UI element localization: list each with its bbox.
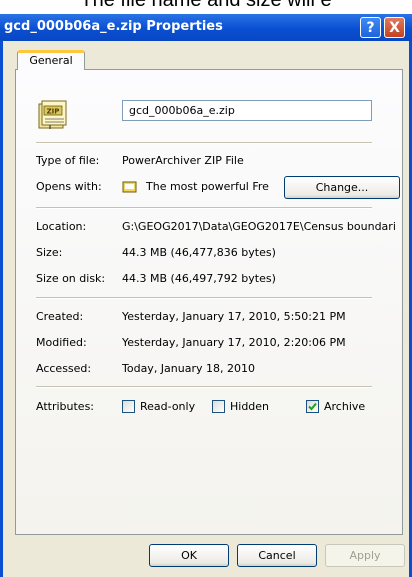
- size-value: 44.3 MB (46,477,836 bytes): [122, 246, 276, 259]
- created-label: Created:: [36, 310, 84, 323]
- close-button[interactable]: X: [384, 17, 405, 38]
- separator: [36, 207, 372, 209]
- accessed-value: Today, January 18, 2010: [122, 362, 255, 375]
- size-label: Size:: [36, 246, 63, 259]
- tab-general[interactable]: General: [17, 50, 85, 70]
- general-panel: ZIP gcd_000b06a_e.zip Type of file: Powe…: [15, 69, 403, 535]
- opens-with-value: The most powerful Fre: [146, 180, 269, 193]
- zip-file-icon: ZIP: [38, 100, 67, 129]
- background-caption: The file name and size will e: [80, 0, 332, 11]
- readonly-checkbox[interactable]: [122, 400, 135, 413]
- type-of-file-value: PowerArchiver ZIP File: [122, 154, 244, 167]
- separator: [36, 297, 372, 299]
- dialog-body: General ZIP gcd_000b06a_e.zip Type of fi…: [0, 41, 412, 577]
- hidden-label: Hidden: [230, 400, 270, 413]
- location-value: G:\GEOG2017\Data\GEOG2017E\Census bounda…: [122, 220, 396, 233]
- size-on-disk-label: Size on disk:: [36, 272, 106, 285]
- file-name-field[interactable]: gcd_000b06a_e.zip: [122, 100, 372, 121]
- window-title: gcd_000b06a_e.zip Properties: [4, 19, 223, 34]
- help-button[interactable]: ?: [360, 17, 381, 38]
- created-value: Yesterday, January 17, 2010, 5:50:21 PM: [122, 310, 346, 323]
- program-icon: [122, 180, 138, 197]
- attributes-label: Attributes:: [36, 400, 95, 413]
- location-label: Location:: [36, 220, 87, 233]
- accessed-label: Accessed:: [36, 362, 92, 375]
- hidden-checkbox[interactable]: [212, 400, 225, 413]
- svg-text:ZIP: ZIP: [47, 108, 60, 116]
- apply-button[interactable]: Apply: [325, 544, 405, 567]
- modified-label: Modified:: [36, 336, 87, 349]
- archive-checkbox[interactable]: [306, 400, 319, 413]
- separator: [36, 386, 372, 388]
- archive-label: Archive: [324, 400, 366, 413]
- opens-with-label: Opens with:: [36, 180, 102, 193]
- title-bar: gcd_000b06a_e.zip Properties ? X: [0, 14, 412, 41]
- size-on-disk-value: 44.3 MB (46,497,792 bytes): [122, 272, 276, 285]
- modified-value: Yesterday, January 17, 2010, 2:20:06 PM: [122, 336, 346, 349]
- separator: [36, 142, 372, 144]
- checkmark-icon: [308, 402, 317, 411]
- type-of-file-label: Type of file:: [36, 154, 100, 167]
- change-button[interactable]: Change...: [284, 176, 400, 199]
- ok-button[interactable]: OK: [149, 544, 229, 567]
- cancel-button[interactable]: Cancel: [237, 544, 317, 567]
- readonly-label: Read-only: [140, 400, 196, 413]
